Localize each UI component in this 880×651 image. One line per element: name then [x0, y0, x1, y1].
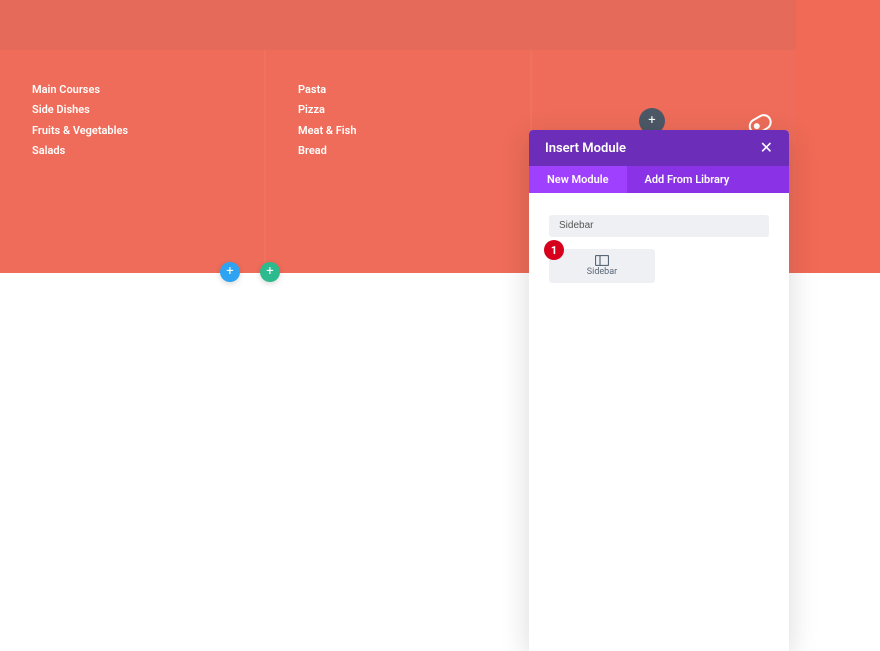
panel-title: Insert Module: [545, 141, 626, 156]
module-sidebar[interactable]: Sidebar: [549, 249, 655, 283]
row-column-1: Main Courses Side Dishes Fruits & Vegeta…: [0, 50, 264, 273]
list-item[interactable]: Pasta: [298, 80, 498, 100]
menu-list-2: Pasta Pizza Meat & Fish Bread: [298, 80, 498, 161]
module-grid: Sidebar: [549, 249, 769, 283]
page-right-rail: [796, 0, 880, 273]
row-column-2: Pasta Pizza Meat & Fish Bread: [264, 50, 530, 273]
close-icon[interactable]: ✕: [760, 140, 773, 156]
module-search-input[interactable]: [549, 215, 769, 237]
insert-module-panel: Insert Module ✕ New Module Add From Libr…: [529, 130, 789, 651]
panel-body: Sidebar: [529, 193, 789, 651]
list-item[interactable]: Meat & Fish: [298, 121, 498, 141]
list-item[interactable]: Salads: [32, 141, 232, 161]
menu-list-1: Main Courses Side Dishes Fruits & Vegeta…: [32, 80, 232, 161]
add-row-button[interactable]: +: [220, 262, 240, 282]
panel-tabs: New Module Add From Library: [529, 166, 789, 193]
list-item[interactable]: Pizza: [298, 100, 498, 120]
tab-add-from-library[interactable]: Add From Library: [627, 166, 748, 193]
list-item[interactable]: Main Courses: [32, 80, 232, 100]
module-label: Sidebar: [587, 267, 617, 277]
sidebar-icon: [595, 255, 609, 266]
panel-header: Insert Module ✕: [529, 130, 789, 166]
tab-new-module[interactable]: New Module: [529, 166, 627, 193]
add-section-button[interactable]: +: [260, 262, 280, 282]
callout-badge: 1: [544, 240, 564, 260]
page-header: [0, 0, 796, 50]
list-item[interactable]: Bread: [298, 141, 498, 161]
list-item[interactable]: Fruits & Vegetables: [32, 121, 232, 141]
list-item[interactable]: Side Dishes: [32, 100, 232, 120]
